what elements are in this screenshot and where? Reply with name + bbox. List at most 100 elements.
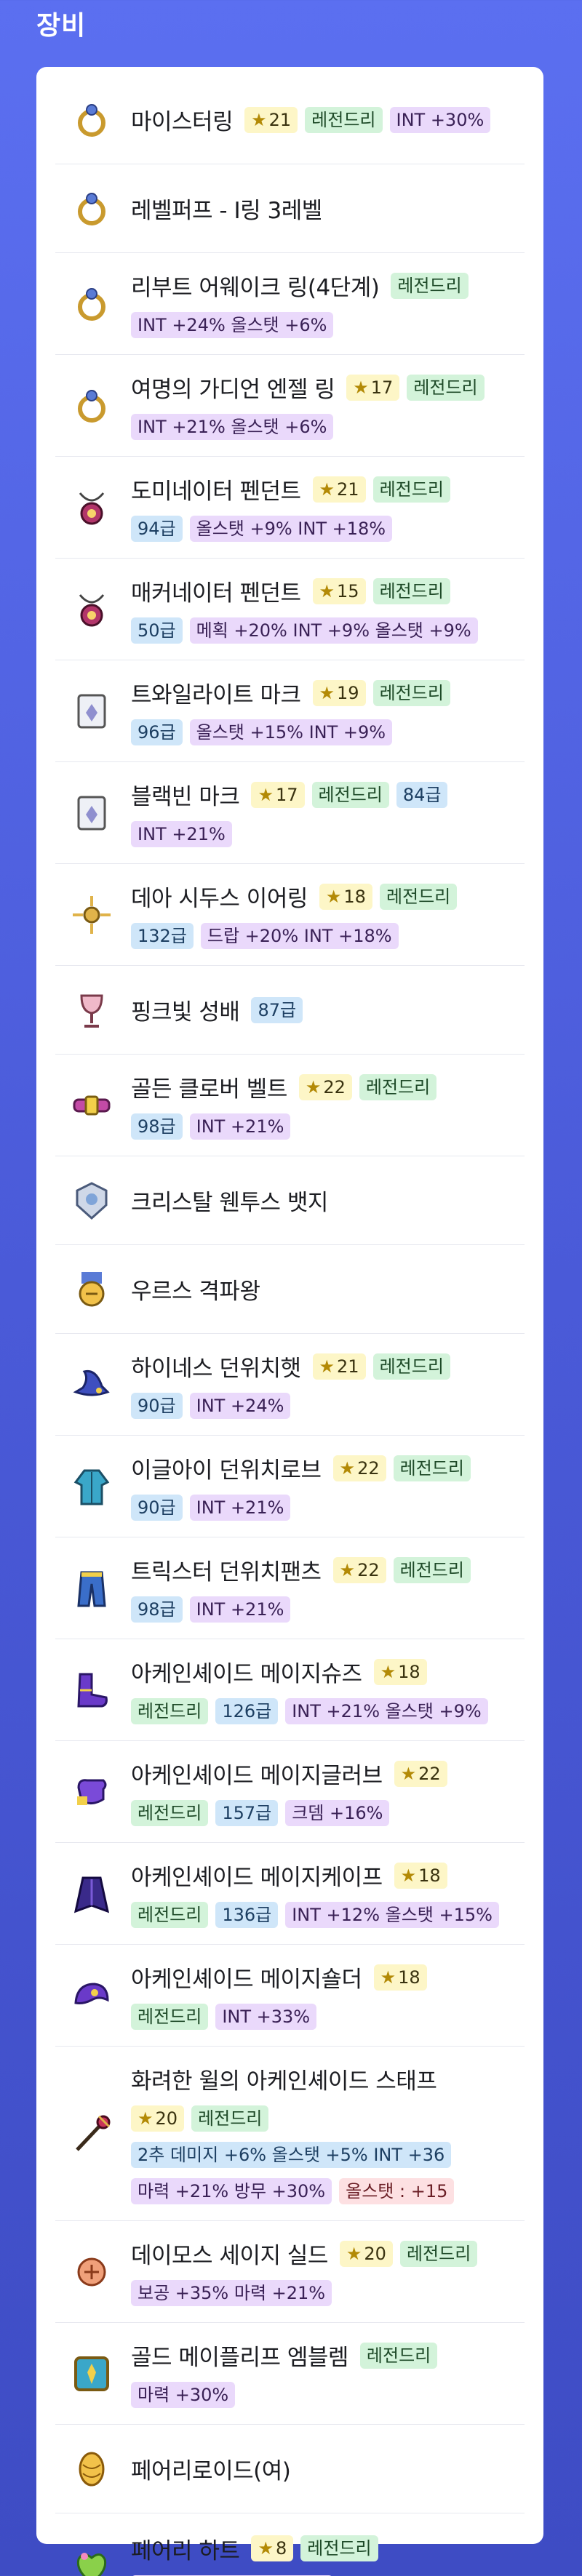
pendant-icon bbox=[70, 588, 113, 631]
item-line2: 90급 INT +21% bbox=[131, 1495, 525, 1521]
additional-option-badge: 올스탯 : +15 bbox=[339, 2178, 455, 2204]
ring-icon bbox=[70, 98, 113, 142]
potential-grade-badge: 레전드리 bbox=[359, 1073, 437, 1100]
equipment-item[interactable]: 매커네이터 펜던트 15레전드리 50급메획 +20% INT +9% 올스탯 +9… bbox=[55, 559, 525, 660]
potential-grade-badge: 레전드리 bbox=[305, 106, 383, 133]
equipment-item[interactable]: 페어리 하트8레전드리INT +24% 올스탯 +6% bbox=[55, 2513, 525, 2576]
stat-badge: INT +12% 올스탯 +15% bbox=[285, 1902, 499, 1928]
item-line2: INT +24% 올스탯 +6% bbox=[131, 312, 525, 338]
stat-badge: INT +24% bbox=[189, 1393, 291, 1419]
grade-badge: 84급 bbox=[396, 781, 448, 808]
equipment-list: 마이스터링21레전드리INT +30% 레벨퍼프 - I링 3레벨리부트 어웨이크… bbox=[36, 67, 543, 2576]
item-name: 크리스탈 웬투스 뱃지 bbox=[131, 1190, 328, 1216]
equipment-item[interactable]: 리부트 어웨이크 링(4단계) 레전드리 INT +24% 올스탯 +6% bbox=[55, 253, 525, 355]
item-line1: 우르스 격파왕 bbox=[131, 1273, 525, 1305]
equipment-item[interactable]: 블랙빈 마크 17레전드리 84급 INT +21% bbox=[55, 762, 525, 864]
item-name: 레벨퍼프 - I링 3레벨 bbox=[131, 198, 322, 224]
equipment-item[interactable]: 아케인셰이드 메이지슈즈 18 레전드리126급INT +21% 올스탯 +9% bbox=[55, 1639, 525, 1741]
equipment-item[interactable]: 아케인셰이드 메이지글러브 22 레전드리157급크뎀 +16% bbox=[55, 1741, 525, 1843]
equipment-item[interactable]: 크리스탈 웬투스 뱃지 bbox=[55, 1156, 525, 1245]
star-force-badge: 8 bbox=[251, 2535, 294, 2561]
grade-badge: 98급 bbox=[131, 1596, 183, 1623]
potential-grade-badge: 레전드리 bbox=[372, 679, 450, 706]
stat-badge: INT +21% 올스탯 +6% bbox=[131, 414, 334, 440]
equipment-item[interactable]: 레벨퍼프 - I링 3레벨 bbox=[55, 164, 525, 253]
potential-grade-badge: 레전드리 bbox=[391, 272, 469, 299]
star-force-badge: 18 bbox=[394, 1862, 447, 1889]
grade-badge: 90급 bbox=[131, 1393, 183, 1419]
equipment-item[interactable]: 골드 메이플리프 엠블렘 레전드리 마력 +30% bbox=[55, 2323, 525, 2425]
equipment-item[interactable]: 여명의 가디언 엔젤 링 17 레전드리 INT +21% 올스탯 +6% bbox=[55, 355, 525, 457]
shoes-icon bbox=[70, 1668, 113, 1712]
mark-icon bbox=[70, 791, 113, 835]
item-name: 골드 메이플리프 엠블렘 bbox=[131, 2345, 348, 2371]
belt-icon bbox=[70, 1084, 113, 1127]
item-line1: 데이모스 세이지 실드 20레전드리 bbox=[131, 2237, 525, 2270]
potential-grade-badge: 레전드리 bbox=[372, 1353, 450, 1380]
star-force-badge: 18 bbox=[373, 1658, 427, 1685]
star-force-badge: 21 bbox=[312, 476, 366, 503]
item-line2: 94급 올스탯 +9% INT +18% bbox=[131, 516, 525, 542]
equipment-item[interactable]: 마이스터링 21 레전드리INT +30% bbox=[55, 76, 525, 164]
star-force-badge: 22 bbox=[332, 1556, 386, 1583]
potential-grade-badge: 레전드리 bbox=[359, 2342, 438, 2369]
potential-grade-badge: 레전드리 bbox=[311, 781, 389, 808]
potential-grade-badge: 레전드리 bbox=[393, 1455, 471, 1481]
grade-badge: 98급 bbox=[131, 1113, 183, 1140]
potential-grade-badge: 레전드리 bbox=[379, 883, 458, 910]
shoulder-icon bbox=[70, 1974, 113, 2017]
item-line2: 90급 INT +24% bbox=[131, 1393, 525, 1419]
item-name: 매커네이터 펜던트 bbox=[131, 580, 301, 607]
equipment-item[interactable]: 이글아이 던위치로브 22 레전드리 90급INT +21% bbox=[55, 1436, 525, 1537]
item-line1: 여명의 가디언 엔젤 링 17 레전드리 bbox=[131, 371, 525, 404]
item-line1: 이글아이 던위치로브 22 레전드리 bbox=[131, 1452, 525, 1484]
section-title: 장비 bbox=[36, 11, 87, 41]
cape-icon bbox=[70, 1872, 113, 1916]
stat-badge: INT +21% 올스탯 +9% bbox=[285, 1698, 488, 1724]
item-name: 트릭스터 던위치팬츠 bbox=[131, 1559, 322, 1585]
equipment-item[interactable]: 아케인셰이드 메이지숄더 18 레전드리INT +33% bbox=[55, 1945, 525, 2047]
star-force-badge: 18 bbox=[319, 883, 372, 910]
equipment-item[interactable]: 아케인셰이드 메이지케이프 18 레전드리136급INT +12% 올스탯 +15% bbox=[55, 1843, 525, 1945]
equipment-item[interactable]: 핑크빛 성배 87급 bbox=[55, 966, 525, 1055]
equipment-item[interactable]: 하이네스 던위치햇 21레전드리 90급INT +24% bbox=[55, 1334, 525, 1436]
item-line1: 레벨퍼프 - I링 3레벨 bbox=[131, 192, 525, 225]
badge-icon bbox=[70, 1179, 113, 1223]
item-name: 우르스 격파왕 bbox=[131, 1279, 260, 1305]
item-name: 핑크빛 성배 bbox=[131, 999, 240, 1025]
equipment-item[interactable]: 골든 클로버 벨트 22 레전드리 98급INT +21% bbox=[55, 1055, 525, 1156]
grade-badge: 94급 bbox=[131, 516, 183, 542]
equipment-item[interactable]: 트릭스터 던위치팬츠 22 레전드리 98급INT +21% bbox=[55, 1537, 525, 1639]
ring-icon bbox=[70, 282, 113, 326]
equipment-item[interactable]: 트와일라이트 마크 19레전드리 96급올스탯 +15% INT +9% bbox=[55, 660, 525, 762]
item-line1: 블랙빈 마크 17레전드리 84급 bbox=[131, 778, 525, 811]
item-name: 데이모스 세이지 실드 bbox=[131, 2243, 328, 2269]
item-name: 트와일라이트 마크 bbox=[131, 682, 301, 708]
potential-grade-badge: 레전드리 bbox=[131, 1902, 209, 1928]
item-line1: 리부트 어웨이크 링(4단계) 레전드리 bbox=[131, 269, 525, 302]
item-name: 화려한 윌의 아케인셰이드 스태프 bbox=[131, 2068, 437, 2095]
equipment-item[interactable]: 데아 시두스 이어링 18 레전드리 132급드랍 +20% INT +18% bbox=[55, 864, 525, 966]
stat-badge: INT +21% bbox=[189, 1596, 291, 1623]
shield-icon bbox=[70, 2250, 113, 2294]
equipment-item[interactable]: 화려한 윌의 아케인셰이드 스태프 20레전드리 2추 데미지 +6% 올스탯 +5… bbox=[55, 2047, 525, 2221]
item-line1: 트릭스터 던위치팬츠 22 레전드리 bbox=[131, 1553, 525, 1586]
potential-grade-badge: 레전드리 bbox=[191, 2105, 269, 2132]
emblem-icon bbox=[70, 2352, 113, 2396]
equipment-item[interactable]: 데이모스 세이지 실드 20레전드리보공 +35% 마력 +21% bbox=[55, 2221, 525, 2323]
item-line1: 데아 시두스 이어링 18 레전드리 bbox=[131, 880, 525, 913]
item-line1: 아케인셰이드 메이지숄더 18 bbox=[131, 1961, 525, 1993]
item-line2: 96급 올스탯 +15% INT +9% bbox=[131, 719, 525, 745]
star-force-badge: 18 bbox=[373, 1964, 427, 1991]
item-line1: 마이스터링 21 레전드리INT +30% bbox=[131, 103, 525, 136]
goblet-icon bbox=[70, 988, 113, 1032]
equipment-item[interactable]: 우르스 격파왕 bbox=[55, 1245, 525, 1334]
item-line2: 98급 INT +21% bbox=[131, 1596, 525, 1623]
item-name: 골든 클로버 벨트 bbox=[131, 1076, 287, 1103]
star-force-badge: 17 bbox=[251, 781, 305, 808]
item-line2: 레전드리 136급 INT +12% 올스탯 +15% bbox=[131, 1902, 525, 1928]
stat-badge: INT +21% bbox=[131, 821, 232, 847]
equipment-item[interactable]: 페어리로이드(여) bbox=[55, 2425, 525, 2513]
equipment-item[interactable]: 도미네이터 펜던트 21레전드리 94급올스탯 +9% INT +18% bbox=[55, 457, 525, 559]
potential-grade-badge: 레전드리 bbox=[372, 577, 450, 604]
